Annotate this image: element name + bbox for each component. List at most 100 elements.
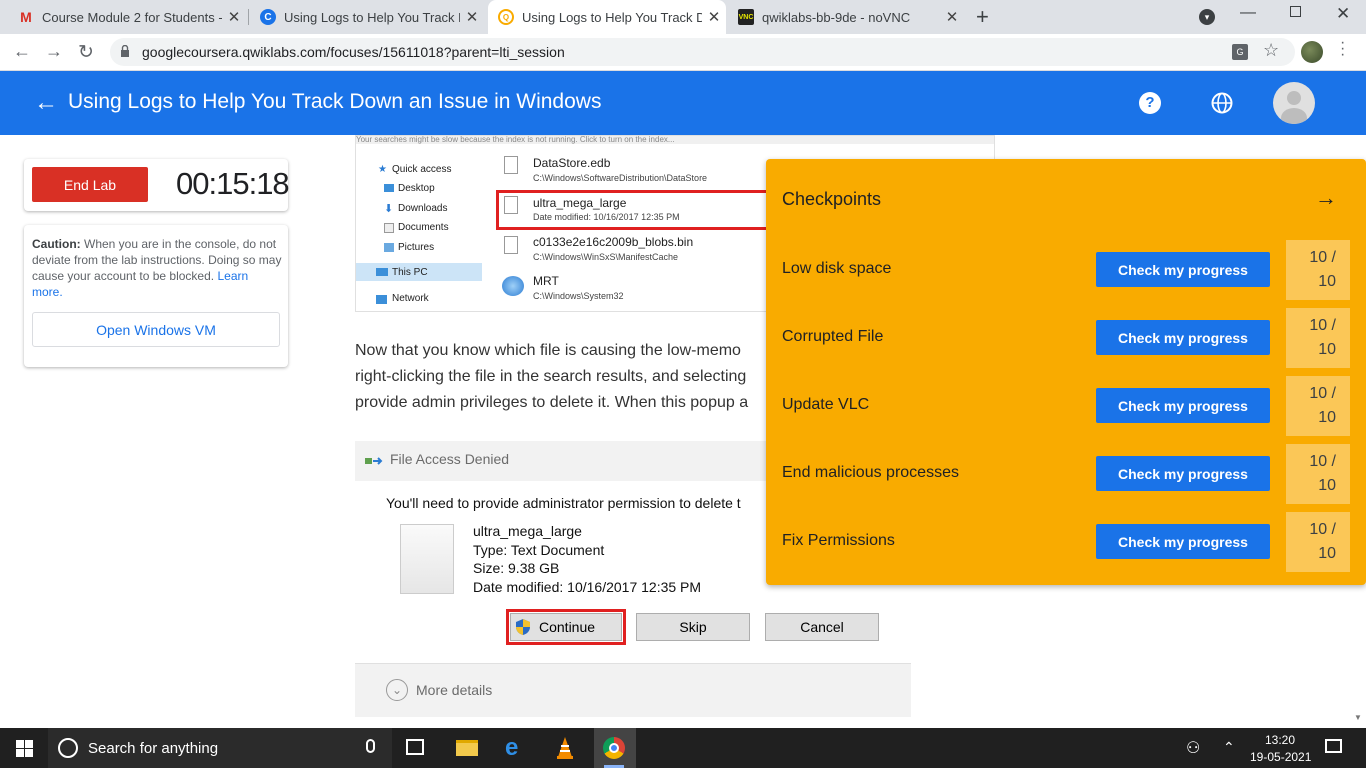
translate-icon[interactable]: G (1232, 44, 1248, 60)
close-icon[interactable]: ✕ (222, 8, 246, 26)
dialog-title: File Access Denied (390, 451, 510, 467)
score-max: 10 (1318, 341, 1336, 358)
vnc-icon: VNC (738, 9, 754, 25)
url-text: googlecoursera.qwiklabs.com/focuses/1561… (142, 44, 565, 60)
nav-quick-access: Quick access (392, 164, 452, 175)
microphone-icon[interactable] (366, 739, 375, 753)
more-details-label: More details (416, 682, 493, 698)
search-icon (58, 738, 78, 758)
checkpoints-title: Checkpoints (782, 189, 882, 209)
windows-start-icon[interactable] (16, 740, 33, 762)
vlc-icon[interactable] (555, 736, 575, 765)
pictures-icon (384, 243, 394, 252)
checkpoint-score: 10 / 10 (1286, 376, 1350, 436)
window-close-icon[interactable]: ✕ (1336, 4, 1350, 24)
caution-label: Caution: (32, 237, 81, 251)
scroll-down-icon[interactable]: ▼ (1354, 713, 1362, 722)
check-progress-button[interactable]: Check my progress (1096, 320, 1270, 355)
tab-title: qwiklabs-bb-9de - noVNC (762, 9, 911, 25)
nav-downloads: Downloads (398, 203, 448, 214)
score-max: 10 (1318, 477, 1336, 494)
cancel-button: Cancel (765, 613, 879, 641)
task-view-icon[interactable] (406, 739, 424, 755)
back-icon[interactable]: ← (10, 41, 34, 62)
browser-tab-coursera[interactable]: C Using Logs to Help You Track Do ✕ (250, 0, 484, 34)
clock-time[interactable]: 13:20 (1265, 733, 1295, 747)
score-max: 10 (1318, 273, 1336, 290)
qwiklabs-icon: Q (498, 9, 514, 25)
end-lab-button[interactable]: End Lab (32, 167, 148, 202)
check-progress-button[interactable]: Check my progress (1096, 252, 1270, 287)
gmail-icon: M (20, 9, 32, 25)
file-name: DataStore.edb (533, 156, 611, 170)
documents-icon (384, 223, 394, 233)
new-tab-icon[interactable]: + (976, 4, 989, 30)
file-name: MRT (533, 274, 559, 288)
file-icon (504, 236, 518, 254)
bookmark-star-icon[interactable]: ☆ (1263, 40, 1279, 61)
explorer-nav-pane: Quick access Desktop Downloads Documents… (356, 150, 486, 311)
checkpoint-score: 10 / 10 (1286, 240, 1350, 300)
forward-icon[interactable]: → (42, 41, 66, 62)
minimize-icon[interactable]: — (1240, 4, 1256, 22)
file-icon (504, 156, 518, 174)
score-max: 10 (1318, 409, 1336, 426)
check-progress-button[interactable]: Check my progress (1096, 388, 1270, 423)
file-date: Date modified: 10/16/2017 12:35 PM (533, 212, 680, 222)
file-path: C:\Windows\System32 (533, 291, 624, 301)
file-name: c0133e2e16c2009b_blobs.bin (533, 235, 694, 249)
people-icon[interactable]: ⚇ (1186, 738, 1200, 758)
maximize-icon[interactable] (1290, 6, 1301, 17)
nav-this-pc: This PC (392, 267, 428, 278)
dialog-message: You'll need to provide administrator per… (386, 495, 741, 511)
url-input[interactable]: googlecoursera.qwiklabs.com/focuses/1561… (110, 38, 1295, 66)
score-value: 10 / (1309, 453, 1336, 470)
file-path: C:\Windows\SoftwareDistribution\DataStor… (533, 173, 708, 183)
score-value: 10 / (1309, 385, 1336, 402)
open-windows-vm-button[interactable]: Open Windows VM (32, 312, 280, 347)
edge-icon[interactable]: e (505, 734, 518, 762)
lab-timer: 00:15:18 (176, 166, 290, 201)
tab-title: Using Logs to Help You Track Do (284, 9, 460, 25)
uac-shield-icon (514, 618, 532, 641)
close-icon[interactable]: ✕ (702, 8, 726, 26)
file-date: Date modified: 10/16/2017 12:35 PM (473, 578, 702, 595)
tray-chevron-icon[interactable]: ⌃ (1223, 739, 1235, 756)
lock-icon (120, 44, 130, 57)
notifications-icon[interactable] (1325, 739, 1342, 753)
clock-date[interactable]: 19-05-2021 (1250, 750, 1311, 764)
checkpoint-score: 10 / 10 (1286, 308, 1350, 368)
browser-menu-icon[interactable]: · · · (1340, 35, 1345, 63)
help-icon[interactable]: ? (1139, 92, 1161, 114)
file-details: ultra_mega_large Type: Text Document Siz… (473, 522, 701, 596)
checkpoint-score: 10 / 10 (1286, 444, 1350, 504)
reload-icon[interactable]: ↻ (74, 41, 98, 64)
profile-avatar[interactable] (1301, 41, 1323, 63)
document-icon (400, 524, 454, 594)
back-arrow-icon[interactable]: ← (34, 89, 58, 117)
user-avatar[interactable] (1273, 82, 1315, 124)
nav-pictures: Pictures (398, 242, 435, 253)
file-move-icon (365, 454, 383, 466)
checkpoint-label: Update VLC (782, 396, 870, 413)
browser-tab-qwiklabs[interactable]: Q Using Logs to Help You Track Do ✕ (488, 0, 726, 34)
taskbar-search-placeholder: Search for anything (88, 740, 219, 757)
coursera-icon: C (260, 9, 276, 25)
browser-tab-gmail[interactable]: M Course Module 2 for Students - N ✕ (8, 0, 246, 34)
tab-search-icon[interactable]: ▾ (1199, 9, 1215, 25)
tab-separator (248, 9, 249, 25)
check-progress-button[interactable]: Check my progress (1096, 524, 1270, 559)
check-progress-button[interactable]: Check my progress (1096, 456, 1270, 491)
skip-button: Skip (636, 613, 750, 641)
close-icon[interactable]: ✕ (460, 8, 484, 26)
browser-tab-vnc[interactable]: VNC qwiklabs-bb-9de - noVNC ✕ (728, 0, 964, 34)
nav-desktop: Desktop (398, 183, 435, 194)
desktop-icon (384, 184, 394, 192)
file-explorer-icon[interactable] (456, 740, 478, 756)
language-globe-icon[interactable] (1211, 92, 1233, 119)
score-value: 10 / (1309, 249, 1336, 266)
arrow-right-icon[interactable]: → (1315, 185, 1337, 211)
checkpoint-label: Corrupted File (782, 328, 884, 345)
chrome-icon (603, 737, 625, 759)
close-icon[interactable]: ✕ (940, 8, 964, 26)
